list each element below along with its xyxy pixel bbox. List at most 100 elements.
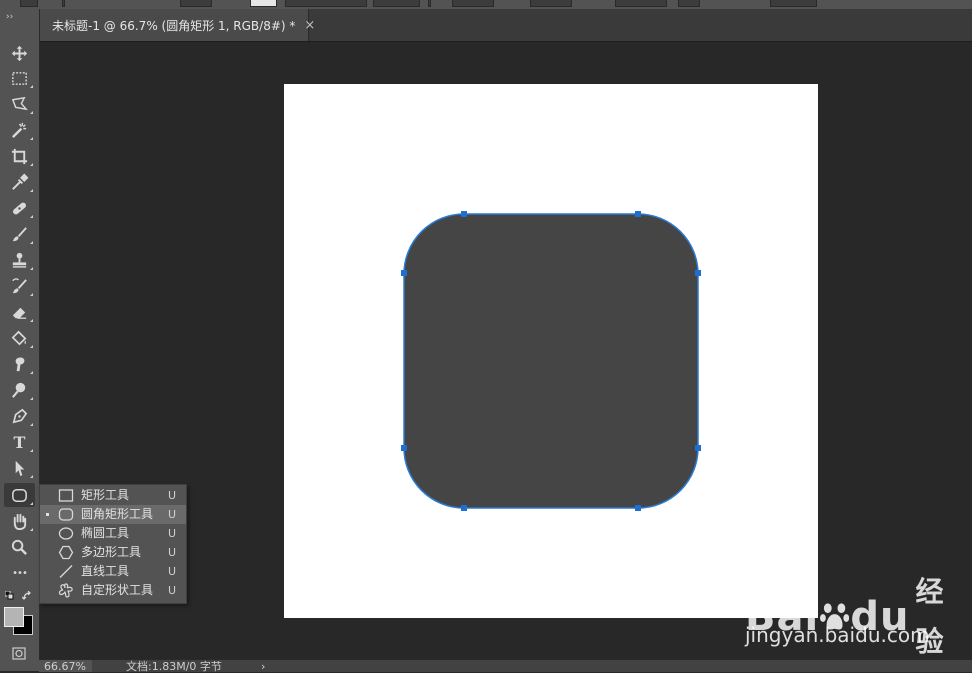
zoom-level-field[interactable]: 66.67% bbox=[39, 660, 92, 672]
tool-group-indicator bbox=[30, 475, 33, 478]
swap-colors-icon[interactable] bbox=[22, 591, 33, 601]
rounded-rectangle-shape[interactable] bbox=[403, 213, 699, 509]
type-tool[interactable]: T bbox=[4, 430, 35, 454]
tool-group-indicator bbox=[30, 137, 33, 140]
flyout-item-shortcut: U bbox=[168, 527, 177, 540]
rect-marquee-icon bbox=[12, 71, 27, 85]
options-field[interactable] bbox=[530, 0, 572, 7]
options-divider bbox=[428, 0, 431, 7]
close-tab-icon[interactable]: × bbox=[304, 18, 315, 33]
quick-mask-icon[interactable] bbox=[12, 647, 26, 660]
tool-group-indicator bbox=[30, 111, 33, 114]
anchor-point[interactable] bbox=[635, 505, 641, 511]
flyout-item-label: 自定形状工具 bbox=[81, 583, 154, 597]
tool-group-indicator bbox=[30, 528, 33, 531]
anchor-point[interactable] bbox=[461, 505, 467, 511]
watermark-url: jingyan.baidu.com bbox=[745, 623, 930, 647]
history-brush-icon bbox=[12, 277, 27, 293]
crop-tool[interactable] bbox=[4, 144, 35, 168]
default-colors-icon[interactable] bbox=[5, 591, 14, 600]
type-icon: T bbox=[13, 432, 26, 452]
pen-icon bbox=[12, 408, 28, 423]
tool-group-indicator bbox=[30, 449, 33, 452]
watermark-logo: Bai du 经验 bbox=[745, 567, 970, 667]
options-field[interactable] bbox=[770, 0, 817, 7]
polygon-icon bbox=[58, 545, 74, 560]
flyout-item-shortcut: U bbox=[168, 565, 177, 578]
tools-panel: ›› T ••• bbox=[0, 9, 40, 671]
flyout-item-rectangle[interactable]: 矩形工具 U bbox=[40, 486, 186, 505]
options-segment[interactable] bbox=[180, 0, 212, 7]
magnifier-icon bbox=[11, 539, 27, 555]
eyedropper-tool[interactable] bbox=[4, 170, 35, 194]
rectangle-icon bbox=[58, 489, 74, 502]
arrow-icon bbox=[15, 460, 25, 476]
eraser-tool[interactable] bbox=[4, 300, 35, 324]
options-field[interactable] bbox=[373, 0, 420, 7]
options-field[interactable] bbox=[452, 0, 494, 7]
tool-group-indicator bbox=[30, 241, 33, 244]
anchor-point[interactable] bbox=[401, 445, 407, 451]
tool-group-indicator bbox=[30, 163, 33, 166]
document-tab-title: 未标题-1 @ 66.7% (圆角矩形 1, RGB/8#) * bbox=[52, 18, 296, 33]
flyout-item-rounded-rectangle[interactable]: 圆角矩形工具 U bbox=[40, 505, 186, 524]
marquee-tool[interactable] bbox=[4, 66, 35, 90]
tool-group-indicator bbox=[30, 371, 33, 374]
rounded-rectangle-icon bbox=[58, 508, 74, 521]
path-align[interactable] bbox=[678, 0, 700, 7]
flyout-item-polygon[interactable]: 多边形工具 U bbox=[40, 543, 186, 562]
move-icon bbox=[11, 45, 28, 61]
flyout-item-line[interactable]: 直线工具 U bbox=[40, 562, 186, 581]
pen-tool[interactable] bbox=[4, 404, 35, 428]
tool-group-indicator bbox=[30, 423, 33, 426]
tool-group-indicator bbox=[30, 319, 33, 322]
clone-stamp-tool[interactable] bbox=[4, 248, 35, 272]
bandage-icon bbox=[13, 202, 26, 214]
smudge-icon bbox=[15, 356, 25, 371]
brush-tool[interactable] bbox=[4, 222, 35, 246]
options-bar bbox=[0, 0, 972, 9]
healing-brush-tool[interactable] bbox=[4, 196, 35, 220]
options-segment[interactable] bbox=[20, 0, 38, 7]
paint-bucket-icon bbox=[11, 330, 27, 345]
flyout-item-custom-shape[interactable]: 自定形状工具 U bbox=[40, 581, 186, 600]
document-tab[interactable]: 未标题-1 @ 66.7% (圆角矩形 1, RGB/8#) * × bbox=[40, 9, 315, 41]
tool-group-indicator bbox=[30, 502, 33, 505]
anchor-point[interactable] bbox=[695, 270, 701, 276]
document-canvas[interactable] bbox=[284, 84, 818, 618]
fill-swatch[interactable] bbox=[250, 0, 277, 7]
anchor-point[interactable] bbox=[635, 211, 641, 217]
flyout-item-shortcut: U bbox=[168, 508, 177, 521]
ellipsis-icon: ••• bbox=[12, 567, 28, 579]
magic-wand-tool[interactable] bbox=[4, 118, 35, 142]
tool-group-indicator bbox=[30, 189, 33, 192]
anchor-point[interactable] bbox=[461, 211, 467, 217]
hand-tool[interactable] bbox=[4, 509, 35, 533]
status-menu-arrow-icon[interactable]: › bbox=[261, 660, 265, 673]
flyout-item-shortcut: U bbox=[168, 584, 177, 597]
paint-bucket-tool[interactable] bbox=[4, 326, 35, 350]
anchor-point[interactable] bbox=[695, 445, 701, 451]
path-ops[interactable] bbox=[615, 0, 667, 7]
smudge-tool[interactable] bbox=[4, 352, 35, 376]
flyout-item-label: 多边形工具 bbox=[81, 545, 142, 559]
anchor-point[interactable] bbox=[401, 270, 407, 276]
ellipse-icon bbox=[58, 527, 74, 540]
tool-group-indicator bbox=[30, 85, 33, 88]
custom-shape-icon bbox=[58, 583, 73, 598]
options-field[interactable] bbox=[285, 0, 367, 7]
lasso-tool[interactable] bbox=[4, 92, 35, 116]
collapse-panel-icon[interactable]: ›› bbox=[6, 12, 13, 22]
line-icon bbox=[59, 565, 73, 578]
flyout-item-label: 椭圆工具 bbox=[81, 526, 130, 540]
flyout-item-ellipse[interactable]: 椭圆工具 U bbox=[40, 524, 186, 543]
more-tools[interactable]: ••• bbox=[4, 561, 35, 585]
zoom-tool[interactable] bbox=[4, 535, 35, 559]
rounded-rectangle-tool[interactable] bbox=[4, 483, 35, 507]
path-selection-tool[interactable] bbox=[4, 456, 35, 480]
dodge-tool[interactable] bbox=[4, 378, 35, 402]
history-brush-tool[interactable] bbox=[4, 274, 35, 298]
tool-group-indicator bbox=[30, 397, 33, 400]
foreground-color-swatch[interactable] bbox=[4, 607, 24, 627]
move-tool[interactable] bbox=[4, 41, 35, 65]
